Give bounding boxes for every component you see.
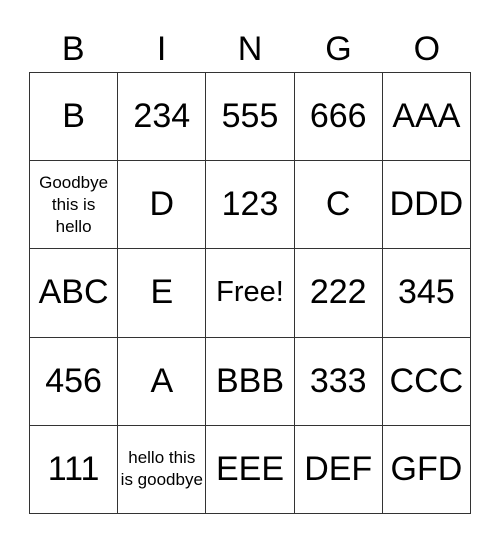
- header-letter: G: [325, 30, 352, 68]
- bingo-cell[interactable]: 345: [382, 249, 471, 338]
- header-letter: I: [156, 30, 167, 68]
- bingo-cell[interactable]: hello this is goodbye: [118, 425, 207, 514]
- bingo-cell[interactable]: ABC: [30, 249, 119, 338]
- bingo-cell[interactable]: CCC: [382, 337, 471, 426]
- header-letter: B: [61, 30, 85, 68]
- bingo-cell[interactable]: D: [118, 161, 207, 250]
- bingo-cell[interactable]: GFD: [382, 425, 471, 514]
- bingo-cell[interactable]: BBB: [206, 337, 295, 426]
- bingo-cell[interactable]: 222: [294, 249, 383, 338]
- bingo-cell[interactable]: 555: [206, 73, 295, 162]
- bingo-cell[interactable]: 666: [294, 73, 383, 162]
- bingo-cell[interactable]: Goodbye this is hello: [30, 161, 119, 250]
- bingo-cell[interactable]: 111: [30, 425, 119, 514]
- bingo-cell[interactable]: EEE: [206, 425, 295, 514]
- header-letter: O: [413, 30, 441, 68]
- bingo-grid: B 234 555 666 AAA Goodbye this is hello D 123 C D…: [29, 72, 471, 514]
- bingo-cell[interactable]: 234: [118, 73, 207, 162]
- bingo-cell[interactable]: 456: [30, 337, 119, 426]
- bingo-cell[interactable]: DEF: [294, 425, 383, 514]
- free-space-cell[interactable]: Free!: [206, 249, 295, 338]
- bingo-cell[interactable]: A: [118, 337, 207, 426]
- bingo-header: BINGO: [29, 26, 471, 72]
- bingo-cell[interactable]: 123: [206, 161, 295, 250]
- bingo-cell[interactable]: AAA: [382, 73, 471, 162]
- bingo-cell[interactable]: DDD: [382, 161, 471, 250]
- bingo-cell[interactable]: 333: [294, 337, 383, 426]
- bingo-cell[interactable]: C: [294, 161, 383, 250]
- bingo-cell[interactable]: B: [30, 73, 119, 162]
- bingo-cell[interactable]: E: [118, 249, 207, 338]
- header-letter: N: [237, 30, 263, 68]
